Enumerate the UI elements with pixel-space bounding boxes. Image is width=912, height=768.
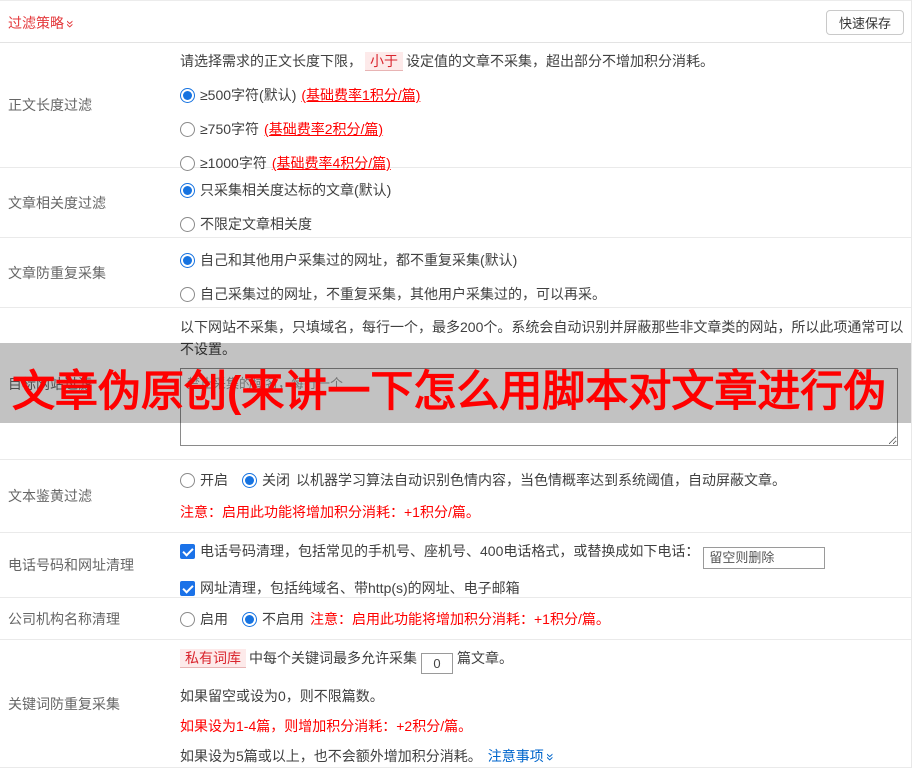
topbar: 过滤策略» 快速保存 [0, 0, 911, 43]
keyword-note-five-plus: 如果设为5篇或以上，也不会额外增加积分消耗。注意事项» [180, 746, 905, 766]
keyword-limit-row: 私有词库中每个关键词最多允许采集篇文章。 [180, 648, 905, 674]
porn-filter-controls: 开启关闭以机器学习算法自动识别色情内容，当色情概率达到系统阈值，自动屏蔽文章。 [180, 470, 905, 490]
radio-option-dedup-all-users[interactable]: 自己和其他用户采集过的网址，都不重复采集(默认) [180, 250, 905, 270]
radio-option-dedup-self-only[interactable]: 自己采集过的网址，不重复采集，其他用户采集过的，可以再采。 [180, 284, 905, 304]
notes-link[interactable]: 注意事项» [488, 748, 555, 764]
section-relevance-filter: 文章相关度过滤 只采集相关度达标的文章(默认) 不限定文章相关度 [0, 168, 911, 238]
filter-strategy-page: 过滤策略» 快速保存 正文长度过滤 请选择需求的正文长度下限，小于设定值的文章不… [0, 0, 912, 768]
checkbox-icon-phone-cleaning[interactable] [180, 544, 195, 559]
section-company-name-cleaning: 公司机构名称清理 启用不启用注意：启用此功能将增加积分消耗：+1积分/篇。 [0, 598, 911, 640]
replacement-phone-input[interactable] [703, 547, 825, 569]
checkbox-icon-url-cleaning[interactable] [180, 581, 195, 596]
porn-filter-cost-note: 注意：启用此功能将增加积分消耗：+1积分/篇。 [180, 502, 905, 522]
section-label: 文章防重复采集 [0, 238, 180, 307]
section-label: 正文长度过滤 [0, 43, 180, 167]
chevron-double-down-icon: » [544, 753, 558, 761]
watermark-banner: 文章伪原创(来讲一下怎么用脚本对文章进行伪 [0, 343, 912, 423]
porn-filter-description: 以机器学习算法自动识别色情内容，当色情概率达到系统阈值，自动屏蔽文章。 [296, 472, 786, 488]
section-porn-text-filter: 文本鉴黄过滤 开启关闭以机器学习算法自动识别色情内容，当色情概率达到系统阈值，自… [0, 460, 911, 533]
radio-icon[interactable] [180, 253, 195, 268]
section-label: 公司机构名称清理 [0, 598, 180, 639]
radio-option-750[interactable]: ≥750字符 (基础费率2积分/篇) [180, 119, 905, 139]
section-label: 电话号码和网址清理 [0, 533, 180, 597]
section-label: 关键词防重复采集 [0, 640, 180, 767]
section-label: 文本鉴黄过滤 [0, 460, 180, 532]
length-filter-intro: 请选择需求的正文长度下限，小于设定值的文章不采集，超出部分不增加积分消耗。 [180, 51, 905, 71]
fee-note: (基础费率2积分/篇) [264, 119, 383, 139]
section-phone-url-cleaning: 电话号码和网址清理 电话号码清理，包括常见的手机号、座机号、400电话格式，或替… [0, 533, 911, 598]
company-cleaning-cost-note: 注意：启用此功能将增加积分消耗：+1积分/篇。 [310, 611, 610, 627]
radio-option-relevant-only[interactable]: 只采集相关度达标的文章(默认) [180, 180, 905, 200]
radio-icon[interactable] [180, 183, 195, 198]
radio-icon-enable[interactable] [180, 473, 195, 488]
radio-option-no-limit[interactable]: 不限定文章相关度 [180, 214, 905, 234]
radio-icon-enable[interactable] [180, 612, 195, 627]
private-lexicon-highlight: 私有词库 [180, 649, 246, 668]
radio-icon[interactable] [180, 287, 195, 302]
radio-icon-disable[interactable] [242, 612, 257, 627]
section-label: 文章相关度过滤 [0, 168, 180, 237]
radio-icon[interactable] [180, 217, 195, 232]
fee-note: (基础费率1积分/篇) [301, 85, 420, 105]
url-cleaning-row: 网址清理，包括纯域名、带http(s)的网址、电子邮箱 [180, 578, 905, 598]
quick-save-button[interactable]: 快速保存 [826, 10, 904, 35]
radio-icon-disable[interactable] [242, 473, 257, 488]
keyword-highlight: 小于 [365, 52, 403, 71]
radio-icon[interactable] [180, 122, 195, 137]
page-title-text: 过滤策略 [8, 15, 64, 31]
radio-option-500[interactable]: ≥500字符(默认) (基础费率1积分/篇) [180, 85, 905, 105]
keyword-note-cost: 如果设为1-4篇，则增加积分消耗：+2积分/篇。 [180, 716, 905, 736]
radio-icon[interactable] [180, 88, 195, 103]
phone-cleaning-row: 电话号码清理，包括常见的手机号、座机号、400电话格式，或替换成如下电话： [180, 541, 905, 569]
watermark-text: 文章伪原创(来讲一下怎么用脚本对文章进行伪 [0, 347, 886, 419]
section-dedup-collection: 文章防重复采集 自己和其他用户采集过的网址，都不重复采集(默认) 自己采集过的网… [0, 238, 911, 308]
radio-icon[interactable] [180, 156, 195, 171]
keyword-note-unlimited: 如果留空或设为0，则不限篇数。 [180, 686, 905, 706]
section-keyword-dedup: 关键词防重复采集 私有词库中每个关键词最多允许采集篇文章。 如果留空或设为0，则… [0, 640, 911, 768]
max-articles-input[interactable] [421, 653, 453, 674]
page-title[interactable]: 过滤策略» [8, 13, 75, 33]
section-content-length-filter: 正文长度过滤 请选择需求的正文长度下限，小于设定值的文章不采集，超出部分不增加积… [0, 43, 911, 168]
chevron-double-down-icon: » [64, 20, 78, 28]
